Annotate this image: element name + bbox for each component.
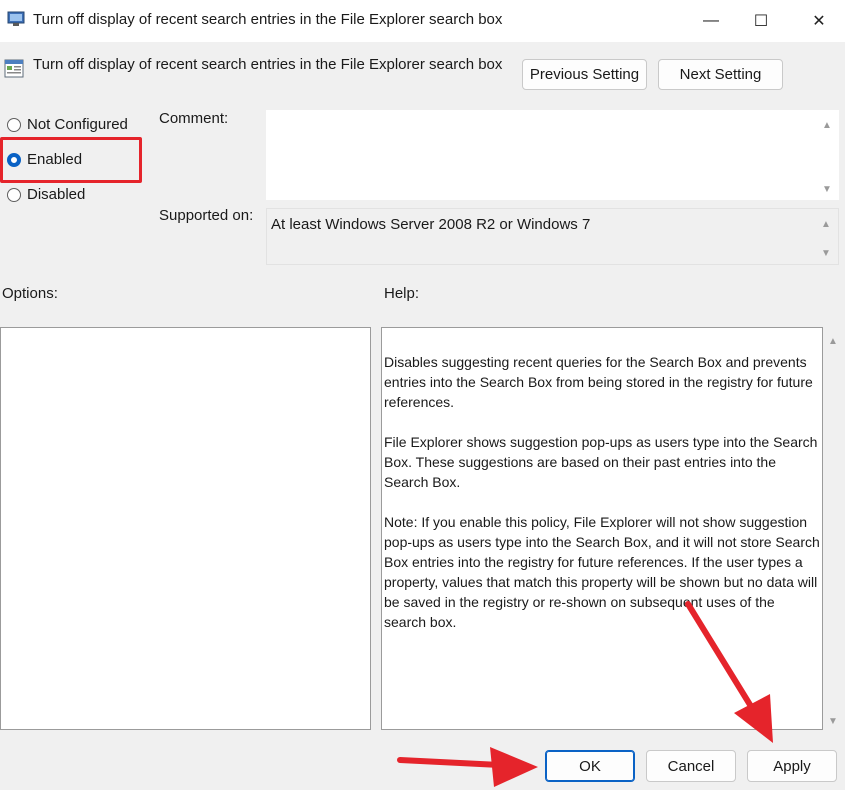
close-button[interactable]: ✕ — [796, 4, 842, 38]
disabled-label: Disabled — [27, 186, 86, 203]
scroll-up-icon[interactable]: ▲ — [819, 219, 833, 230]
radio-indicator — [7, 187, 21, 202]
help-paragraph: Note: If you enable this policy, File Ex… — [384, 514, 820, 630]
supported-on-field: At least Windows Server 2008 R2 or Windo… — [266, 208, 839, 265]
minimize-icon: — — [703, 12, 719, 29]
help-scroll-down-icon[interactable]: ▼ — [826, 716, 840, 727]
next-setting-button[interactable]: Next Setting — [658, 59, 783, 90]
cancel-button[interactable]: Cancel — [646, 750, 736, 782]
options-label: Options: — [2, 285, 58, 302]
comment-field[interactable]: ▲ ▼ — [266, 110, 839, 200]
supported-on-label: Supported on: — [159, 207, 254, 224]
disabled-radio[interactable]: Disabled — [7, 186, 85, 203]
scroll-down-icon[interactable]: ▼ — [819, 248, 833, 259]
maximize-button[interactable]: ☐ — [738, 4, 784, 38]
help-label: Help: — [384, 285, 420, 302]
policy-setting-icon — [4, 58, 24, 78]
title-bar: Turn off display of recent search entrie… — [0, 0, 845, 42]
group-policy-icon — [7, 11, 25, 27]
policy-name: Turn off display of recent search entrie… — [33, 56, 503, 73]
radio-indicator — [7, 117, 21, 132]
help-panel: Disables suggesting recent queries for t… — [381, 327, 823, 730]
apply-button[interactable]: Apply — [747, 750, 837, 782]
window-title: Turn off display of recent search entrie… — [33, 11, 503, 28]
help-scroll-up-icon[interactable]: ▲ — [826, 336, 840, 347]
help-paragraph: Disables suggesting recent queries for t… — [384, 354, 813, 410]
arrow-to-ok-icon — [397, 747, 538, 787]
not-configured-label: Not Configured — [27, 116, 128, 133]
help-paragraph: File Explorer shows suggestion pop-ups a… — [384, 434, 818, 490]
previous-setting-button[interactable]: Previous Setting — [522, 59, 647, 90]
minimize-button[interactable]: — — [688, 4, 734, 38]
close-icon: ✕ — [812, 13, 826, 30]
comment-label: Comment: — [159, 110, 229, 127]
supported-on-value: At least Windows Server 2008 R2 or Windo… — [271, 216, 591, 233]
maximize-icon: ☐ — [753, 13, 769, 30]
scroll-up-icon[interactable]: ▲ — [820, 120, 834, 131]
scroll-down-icon[interactable]: ▼ — [820, 184, 834, 195]
not-configured-radio[interactable]: Not Configured — [7, 116, 128, 133]
help-text: Disables suggesting recent queries for t… — [382, 328, 822, 632]
options-panel — [0, 327, 371, 730]
ok-button[interactable]: OK — [545, 750, 635, 782]
enabled-highlight-box — [0, 137, 142, 183]
